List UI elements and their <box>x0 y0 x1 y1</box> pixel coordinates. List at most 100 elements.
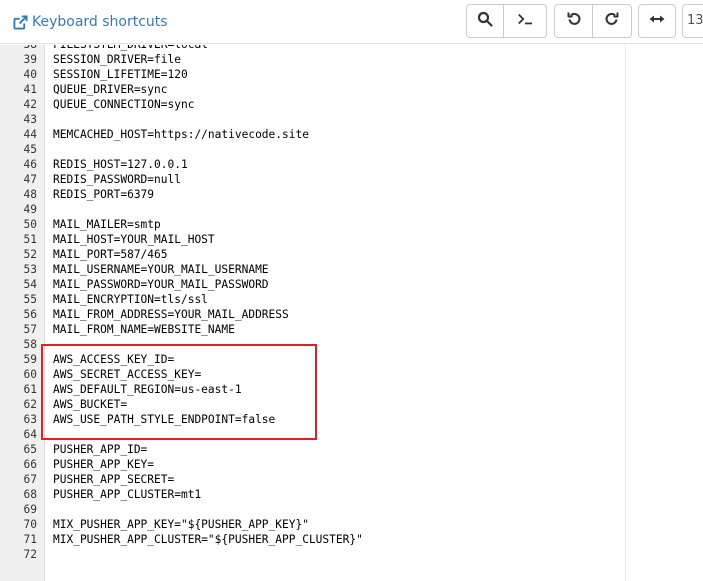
code-line: 57 MAIL_FROM_NAME=WEBSITE_NAME <box>0 322 703 337</box>
terminal-button[interactable] <box>503 4 547 38</box>
code-line: 71 MIX_PUSHER_APP_CLUSTER="${PUSHER_APP_C… <box>0 532 703 547</box>
line-number: 42 <box>23 98 37 111</box>
code-line: 65 PUSHER_APP_ID= <box>0 442 703 457</box>
code-line: 51 MAIL_HOST=YOUR_MAIL_HOST <box>0 232 703 247</box>
line-code: AWS_ACCESS_KEY_ID= <box>53 353 175 366</box>
editor-toolbar: Keyboard shortcuts 13 <box>0 0 703 44</box>
code-lines: 38 FILESYSTEM_DRIVER=local 39 SESSION_DRIVE… <box>0 45 703 562</box>
code-line: 47 REDIS_PASSWORD=null <box>0 172 703 187</box>
line-code: REDIS_HOST=127.0.0.1 <box>53 158 188 171</box>
line-code: SESSION_DRIVER=file <box>53 53 181 66</box>
line-code: MAIL_PORT=587/465 <box>53 248 168 261</box>
line-code: AWS_USE_PATH_STYLE_ENDPOINT=false <box>53 413 276 426</box>
line-number: 56 <box>23 308 37 321</box>
line-code: AWS_BUCKET= <box>53 398 128 411</box>
code-line: 48 REDIS_PORT=6379 <box>0 187 703 202</box>
line-number: 69 <box>23 503 37 516</box>
code-line: 66 PUSHER_APP_KEY= <box>0 457 703 472</box>
horizontal-arrows-icon <box>649 11 665 32</box>
line-number: 47 <box>23 173 37 186</box>
line-code: SESSION_LIFETIME=120 <box>53 68 188 81</box>
code-line: 45 <box>0 142 703 157</box>
code-line: 64 <box>0 427 703 442</box>
undo-icon <box>566 11 582 32</box>
keyboard-shortcuts-link[interactable]: Keyboard shortcuts <box>13 11 168 33</box>
code-line: 50 MAIL_MAILER=smtp <box>0 217 703 232</box>
line-code: MAIL_ENCRYPTION=tls/ssl <box>53 293 208 306</box>
code-line: 44 MEMCACHED_HOST=https://nativecode.site <box>0 127 703 142</box>
code-line: 69 <box>0 502 703 517</box>
code-line: 60 AWS_SECRET_ACCESS_KEY= <box>0 367 703 382</box>
line-code: AWS_DEFAULT_REGION=us-east-1 <box>53 383 242 396</box>
code-line: 54 MAIL_PASSWORD=YOUR_MAIL_PASSWORD <box>0 277 703 292</box>
code-line: 41 QUEUE_DRIVER=sync <box>0 82 703 97</box>
code-line: 38 FILESYSTEM_DRIVER=local <box>0 45 703 52</box>
line-number: 64 <box>23 428 37 441</box>
code-line: 72 <box>0 547 703 562</box>
redo-icon <box>604 11 620 32</box>
line-code: MAIL_MAILER=smtp <box>53 218 161 231</box>
code-line: 61 AWS_DEFAULT_REGION=us-east-1 <box>0 382 703 397</box>
line-number: 66 <box>23 458 37 471</box>
line-code: PUSHER_APP_KEY= <box>53 458 155 471</box>
code-line: 58 <box>0 337 703 352</box>
search-icon <box>477 11 493 32</box>
line-number: 48 <box>23 188 37 201</box>
external-link-icon <box>13 14 28 30</box>
line-number: 72 <box>23 548 37 561</box>
line-number: 41 <box>23 83 37 96</box>
line-number: 44 <box>23 128 37 141</box>
code-line: 49 <box>0 202 703 217</box>
code-line: 70 MIX_PUSHER_APP_KEY="${PUSHER_APP_KEY}" <box>0 517 703 532</box>
line-number: 70 <box>23 518 37 531</box>
line-number: 46 <box>23 158 37 171</box>
line-number: 61 <box>23 383 37 396</box>
line-number: 65 <box>23 443 37 456</box>
code-line: 46 REDIS_HOST=127.0.0.1 <box>0 157 703 172</box>
code-line: 62 AWS_BUCKET= <box>0 397 703 412</box>
line-number: 49 <box>23 203 37 216</box>
line-number: 68 <box>23 488 37 501</box>
code-line: 52 MAIL_PORT=587/465 <box>0 247 703 262</box>
line-code: FILESYSTEM_DRIVER=local <box>53 45 208 52</box>
undo-button[interactable] <box>554 4 593 38</box>
line-code: MAIL_HOST=YOUR_MAIL_HOST <box>53 233 215 246</box>
line-number: 60 <box>23 368 37 381</box>
line-number: 71 <box>23 533 37 546</box>
code-line: 39 SESSION_DRIVER=file <box>0 52 703 67</box>
toggle-wrap-button[interactable] <box>638 4 676 38</box>
line-number: 59 <box>23 353 37 366</box>
line-number: 45 <box>23 143 37 156</box>
line-code: PUSHER_APP_SECRET= <box>53 473 175 486</box>
line-number: 62 <box>23 398 37 411</box>
line-code: PUSHER_APP_ID= <box>53 443 148 456</box>
line-code: QUEUE_CONNECTION=sync <box>53 98 195 111</box>
line-number: 39 <box>23 53 37 66</box>
line-number: 43 <box>23 113 37 126</box>
line-number: 63 <box>23 413 37 426</box>
line-number: 38 <box>0 45 37 52</box>
line-code: MIX_PUSHER_APP_CLUSTER="${PUSHER_APP_CLU… <box>53 533 363 546</box>
line-number: 55 <box>23 293 37 306</box>
code-line: 59 AWS_ACCESS_KEY_ID= <box>0 352 703 367</box>
line-number: 53 <box>23 263 37 276</box>
code-editor[interactable]: 38 FILESYSTEM_DRIVER=local 39 SESSION_DRIVE… <box>0 45 703 581</box>
terminal-icon <box>517 11 533 32</box>
redo-button[interactable] <box>592 4 632 38</box>
search-button[interactable] <box>466 4 504 38</box>
code-line: 67 PUSHER_APP_SECRET= <box>0 472 703 487</box>
code-line: 53 MAIL_USERNAME=YOUR_MAIL_USERNAME <box>0 262 703 277</box>
line-code: MAIL_FROM_NAME=WEBSITE_NAME <box>53 323 235 336</box>
line-code: MIX_PUSHER_APP_KEY="${PUSHER_APP_KEY}" <box>53 518 309 531</box>
line-code: REDIS_PORT=6379 <box>53 188 155 201</box>
code-line: 63 AWS_USE_PATH_STYLE_ENDPOINT=false <box>0 412 703 427</box>
font-size-field[interactable]: 13 <box>682 4 703 38</box>
line-code: QUEUE_DRIVER=sync <box>53 83 168 96</box>
code-line: 43 <box>0 112 703 127</box>
line-code: REDIS_PASSWORD=null <box>53 173 181 186</box>
line-code: AWS_SECRET_ACCESS_KEY= <box>53 368 202 381</box>
line-code: PUSHER_APP_CLUSTER=mt1 <box>53 488 202 501</box>
line-number: 54 <box>23 278 37 291</box>
line-number: 52 <box>23 248 37 261</box>
line-code: MAIL_USERNAME=YOUR_MAIL_USERNAME <box>53 263 269 276</box>
